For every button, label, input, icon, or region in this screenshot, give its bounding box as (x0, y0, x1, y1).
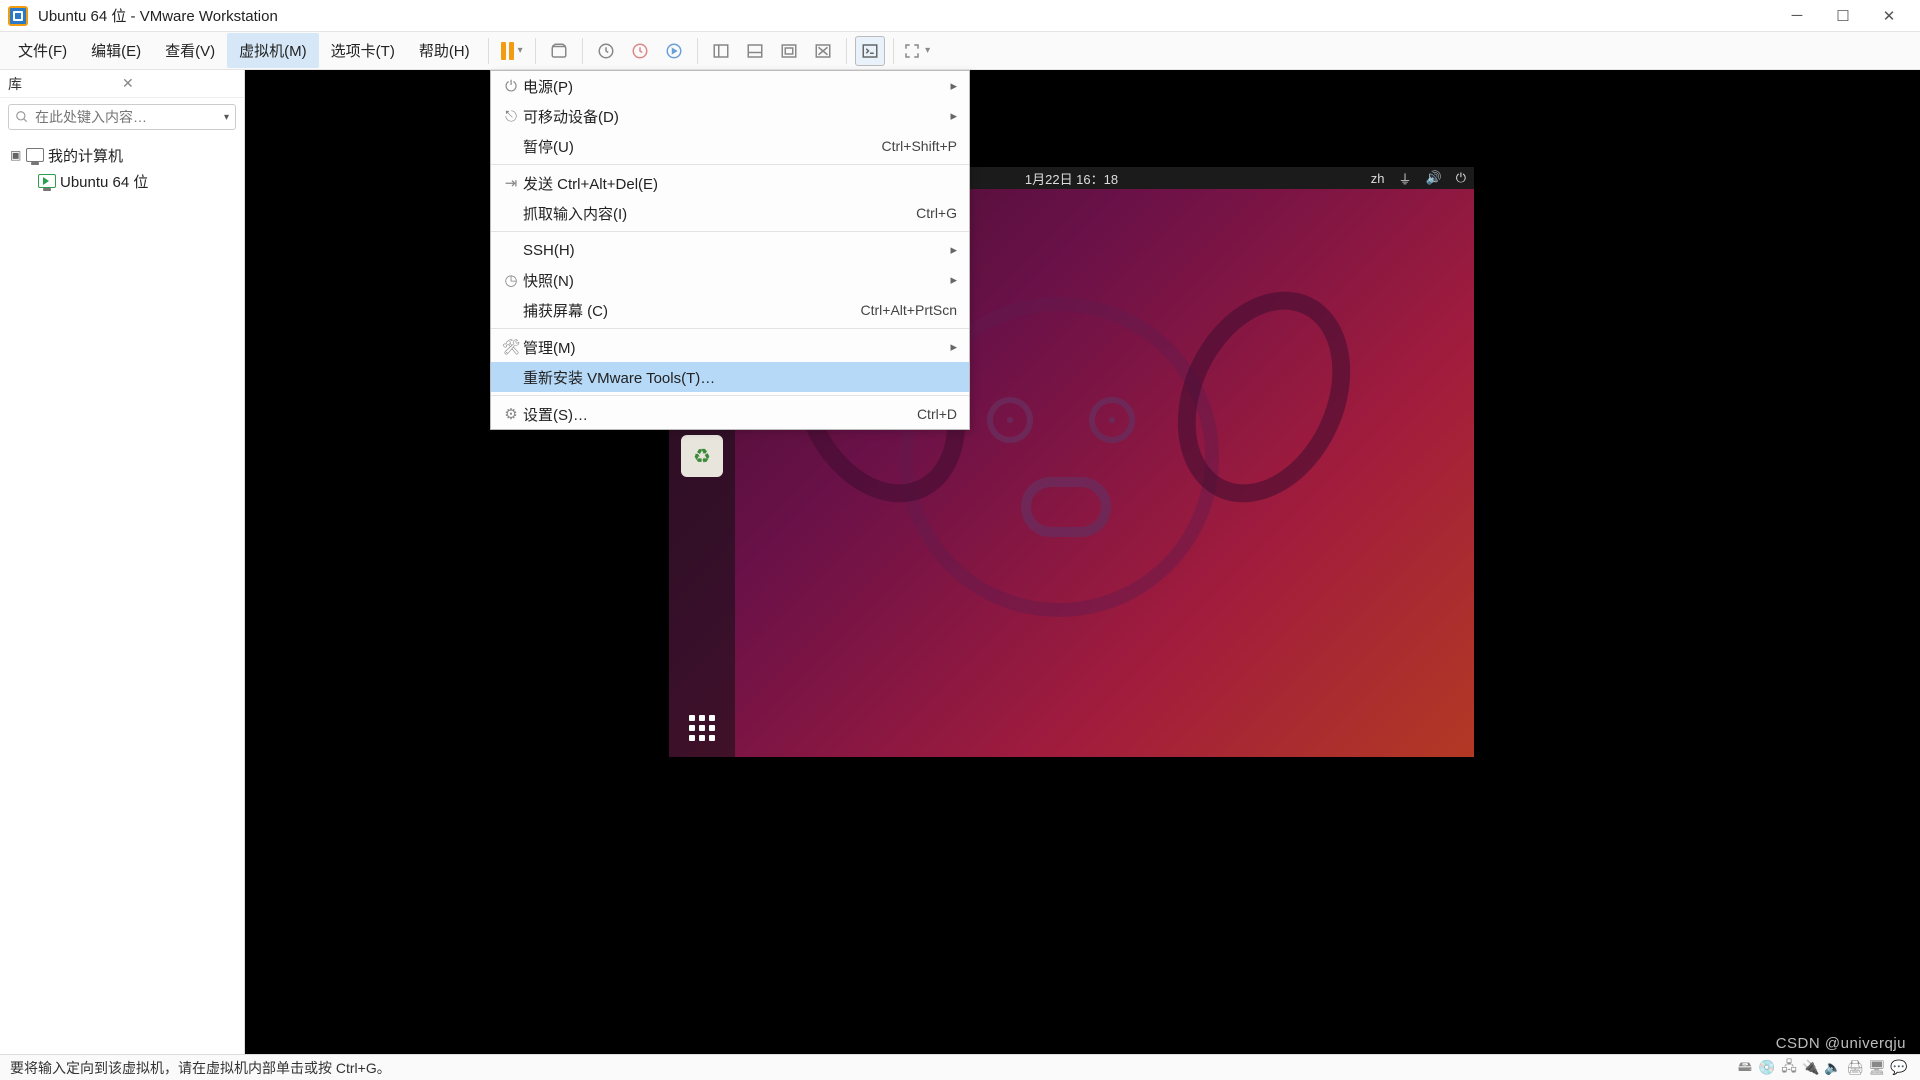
status-cd-icon[interactable]: 💿 (1756, 1059, 1778, 1076)
tb-clock-button[interactable] (591, 36, 621, 66)
tb-clock-play-button[interactable] (659, 36, 689, 66)
submenu-arrow-icon: ▸ (950, 272, 957, 288)
pause-vm-button[interactable]: ▾ (497, 36, 527, 66)
power-icon: ⏻ (499, 78, 523, 95)
vm-menu-power[interactable]: ⏻ 电源(P) ▸ (491, 71, 969, 101)
snapshot-icon: ◷ (499, 271, 523, 289)
status-display-icon[interactable]: 🖥 (1866, 1059, 1888, 1076)
vmware-logo-icon (8, 6, 28, 26)
main-area: 库 ✕ ▾ ▣ 我的计算机 Ubuntu 64 位 (0, 70, 1920, 1054)
tb-clock-warn-button[interactable] (625, 36, 655, 66)
library-tree: ▣ 我的计算机 Ubuntu 64 位 (0, 136, 244, 200)
vm-menu-capture[interactable]: 捕获屏幕 (C) Ctrl+Alt+PrtScn (491, 295, 969, 325)
library-header: 库 ✕ (0, 70, 244, 98)
library-title: 库 (8, 74, 122, 94)
vm-menu-grab-input[interactable]: 抓取输入内容(I) Ctrl+G (491, 198, 969, 228)
usb-icon: ⎋ (499, 108, 523, 125)
minimize-button[interactable]: ─ (1774, 0, 1820, 32)
network-icon[interactable]: ⏚ (1399, 169, 1412, 188)
submenu-arrow-icon: ▸ (950, 339, 957, 355)
window-titlebar: Ubuntu 64 位 - VMware Workstation ─ ☐ ✕ (0, 0, 1920, 32)
dock-show-apps[interactable] (669, 715, 735, 741)
vm-menu-manage[interactable]: 🛠 管理(M) ▸ (491, 332, 969, 362)
statusbar: 要将输入定向到该虚拟机，请在虚拟机内部单击或按 Ctrl+G。 🖴 💿 🖧 🔌 … (0, 1054, 1920, 1080)
status-usb-icon[interactable]: 🔌 (1800, 1059, 1822, 1076)
settings-icon: ⚙ (499, 405, 523, 423)
ubuntu-clock: 1月22日 16：18 (1025, 169, 1118, 188)
ubuntu-lang-indicator[interactable]: zh (1371, 171, 1385, 186)
tb-fullscreen-button[interactable]: ▾ (902, 36, 932, 66)
tree-root-label: 我的计算机 (48, 145, 123, 166)
menu-file[interactable]: 文件(F) (6, 33, 79, 68)
tree-root-my-computer[interactable]: ▣ 我的计算机 (4, 142, 240, 168)
wallpaper-decor (987, 397, 1033, 443)
tb-view-fit-button[interactable] (774, 36, 804, 66)
tree-vm-label: Ubuntu 64 位 (60, 171, 148, 192)
vm-menu-settings[interactable]: ⚙ 设置(S)… Ctrl+D (491, 399, 969, 429)
status-msg-icon[interactable]: 💬 (1888, 1059, 1910, 1076)
volume-icon[interactable]: 🔊 (1426, 170, 1442, 186)
power-icon[interactable]: ⏻ (1456, 170, 1466, 186)
computer-icon (26, 148, 44, 162)
wallpaper-decor (1089, 397, 1135, 443)
library-close-icon[interactable]: ✕ (122, 75, 236, 92)
vm-console-area[interactable]: ⏻ 电源(P) ▸ ⎋ 可移动设备(D) ▸ 暂停(U) Ctrl+Shift+… (245, 70, 1920, 1054)
submenu-arrow-icon: ▸ (950, 78, 957, 94)
send-icon: ⇥ (499, 174, 523, 192)
tb-snapshot-button[interactable] (544, 36, 574, 66)
statusbar-text: 要将输入定向到该虚拟机，请在虚拟机内部单击或按 Ctrl+G。 (10, 1058, 391, 1078)
library-search-input[interactable] (35, 109, 224, 125)
vm-menu-ssh[interactable]: SSH(H) ▸ (491, 235, 969, 265)
tb-view-exit-button[interactable] (808, 36, 838, 66)
submenu-arrow-icon: ▸ (950, 108, 957, 124)
dock-trash-icon[interactable] (681, 435, 723, 477)
menu-tabs[interactable]: 选项卡(T) (319, 33, 407, 68)
library-panel: 库 ✕ ▾ ▣ 我的计算机 Ubuntu 64 位 (0, 70, 245, 1054)
maximize-button[interactable]: ☐ (1820, 0, 1866, 32)
menu-help[interactable]: 帮助(H) (407, 33, 482, 68)
search-dropdown-icon[interactable]: ▾ (224, 112, 229, 123)
apps-grid-icon (689, 715, 715, 741)
wrench-icon: 🛠 (499, 338, 523, 356)
search-icon (15, 110, 29, 124)
menu-vm[interactable]: 虚拟机(M) (227, 33, 319, 68)
vm-menu-dropdown: ⏻ 电源(P) ▸ ⎋ 可移动设备(D) ▸ 暂停(U) Ctrl+Shift+… (490, 70, 970, 430)
status-sound-icon[interactable]: 🔈 (1822, 1059, 1844, 1076)
status-printer-icon[interactable]: 🖨 (1844, 1059, 1866, 1076)
library-search[interactable]: ▾ (8, 104, 236, 130)
vm-menu-reinstall-tools[interactable]: 重新安装 VMware Tools(T)… (491, 362, 969, 392)
menubar: 文件(F) 编辑(E) 查看(V) 虚拟机(M) 选项卡(T) 帮助(H) ▾ … (0, 32, 1920, 70)
submenu-arrow-icon: ▸ (950, 242, 957, 258)
vm-menu-send-cad[interactable]: ⇥ 发送 Ctrl+Alt+Del(E) (491, 168, 969, 198)
vm-menu-snapshot[interactable]: ◷ 快照(N) ▸ (491, 265, 969, 295)
window-title: Ubuntu 64 位 - VMware Workstation (38, 5, 278, 26)
status-disk-icon[interactable]: 🖴 (1734, 1056, 1756, 1080)
menu-view[interactable]: 查看(V) (153, 33, 227, 68)
vm-menu-removable[interactable]: ⎋ 可移动设备(D) ▸ (491, 101, 969, 131)
vm-menu-pause[interactable]: 暂停(U) Ctrl+Shift+P (491, 131, 969, 161)
tb-console-button[interactable] (855, 36, 885, 66)
tree-vm-ubuntu[interactable]: Ubuntu 64 位 (4, 168, 240, 194)
status-net-icon[interactable]: 🖧 (1778, 1056, 1800, 1080)
menu-edit[interactable]: 编辑(E) (79, 33, 153, 68)
tb-view-split-button[interactable] (740, 36, 770, 66)
wallpaper-decor (1021, 477, 1111, 537)
vm-running-icon (38, 174, 56, 188)
tree-twisty-icon[interactable]: ▣ (10, 148, 22, 162)
close-button[interactable]: ✕ (1866, 0, 1912, 32)
tb-view-single-button[interactable] (706, 36, 736, 66)
